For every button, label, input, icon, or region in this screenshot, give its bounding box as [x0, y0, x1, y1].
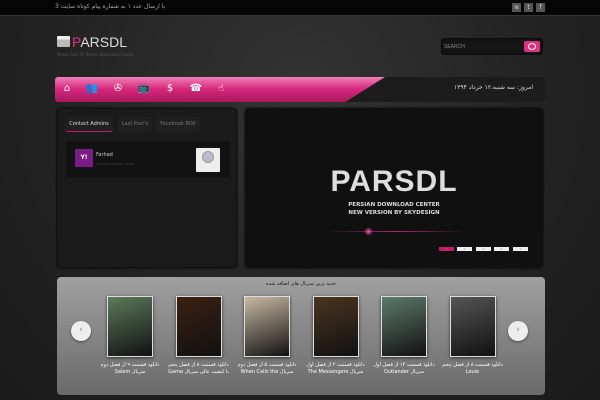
tab-facebook-box[interactable]: Facebook BOX	[156, 117, 200, 132]
series-poster[interactable]	[175, 296, 222, 357]
logo-tagline: Movie And TV Series Download Center	[57, 52, 134, 57]
current-date: امروز: سه شنبه،۱۲ خرداد ۱۳۹۴	[453, 84, 533, 91]
search-input[interactable]	[444, 41, 514, 52]
carousel-title: جدید ترین سریال های اضافه شده	[265, 281, 337, 287]
series-caption[interactable]: دانلود قسمت ۱۴ از فصل اول سریال Outlande…	[373, 362, 435, 390]
contact-subtitle: CONTACT PARSDL ADMIN	[96, 162, 134, 166]
series-caption[interactable]: دانلود قسمت ۵ از فصل دوم سریال When Call…	[236, 362, 298, 390]
series-poster[interactable]	[312, 296, 359, 357]
facebook-icon[interactable]: f	[536, 3, 545, 12]
tv-icon[interactable]: 📺	[137, 82, 151, 96]
carousel-prev-button[interactable]: ‹	[71, 321, 91, 341]
slider-page-3[interactable]: 3	[476, 247, 491, 251]
phone-icon[interactable]: ☎	[189, 82, 203, 96]
series-poster[interactable]	[107, 296, 153, 357]
series-poster[interactable]	[449, 296, 496, 357]
offline-status-icon	[196, 148, 220, 172]
contact-item[interactable]: Y! Farhad CONTACT PARSDL ADMIN	[66, 141, 230, 178]
series-poster[interactable]	[244, 296, 290, 357]
hero-slider: PARSDL PERSIAN DOWNLOAD CENTER NEW VERSI…	[245, 108, 543, 268]
slider-page-1[interactable]: 1	[439, 247, 454, 251]
series-caption[interactable]: دانلود قسمت ۸ از فصل پنجم Louie	[442, 362, 504, 390]
film-reel-icon[interactable]: ✇	[111, 82, 125, 96]
yahoo-icon: Y!	[75, 149, 93, 167]
contact-name: Farhad	[96, 152, 113, 158]
twitter-icon[interactable]: t	[524, 3, 533, 12]
series-carousel: جدید ترین سریال های اضافه شده ‹ › دانلود…	[57, 277, 545, 395]
slider-title: PARSDL	[330, 165, 458, 198]
series-poster[interactable]	[381, 296, 427, 357]
pointer-icon[interactable]: ☝	[214, 82, 228, 96]
slider-subtitle: PERSIAN DOWNLOAD CENTER	[348, 202, 440, 208]
top-message: با ارسال عدد ۱ به شماره پیام کوتاه سایت …	[55, 3, 166, 10]
search-icon	[528, 43, 536, 50]
slider-page-5[interactable]: 5	[513, 247, 528, 251]
users-icon[interactable]: 👥	[85, 82, 99, 96]
dollar-icon[interactable]: $	[163, 82, 177, 96]
series-caption[interactable]: دانلود قسمت ۲ از فصل اول سریال The Messe…	[305, 362, 367, 390]
top-bar: با ارسال عدد ۱ به شماره پیام کوتاه سایت …	[0, 0, 600, 16]
series-caption[interactable]: دانلود قسمت ۹ از فصل دوم سریال Salem	[99, 362, 161, 390]
rss-icon[interactable]: ≋	[512, 3, 521, 12]
search-button[interactable]	[524, 41, 540, 52]
logo-text: PARSDL	[72, 34, 127, 50]
clapperboard-icon	[57, 36, 70, 47]
glow-dot	[364, 227, 373, 236]
series-caption[interactable]: دانلود قسمت ۸ از فصل پنجم با کیفیت عالی …	[168, 362, 230, 390]
search-box	[441, 38, 543, 55]
tab-contact-admins[interactable]: Contact Admins	[65, 117, 113, 132]
main-nav: ⌂ 👥 ✇ 📺 $ ☎ ☝ امروز: سه شنبه،۱۲ خرداد ۱۳…	[55, 77, 545, 102]
glow-line	[326, 231, 466, 232]
tab-last-posts[interactable]: Last Post's	[118, 117, 152, 132]
left-panel: Contact Admins Last Post's Facebook BOX …	[57, 108, 237, 268]
home-icon[interactable]: ⌂	[60, 82, 74, 96]
carousel-next-button[interactable]: ›	[508, 321, 528, 341]
slider-page-2[interactable]: 2	[457, 247, 472, 251]
slider-page-4[interactable]: 4	[494, 247, 509, 251]
slider-subtitle-2: NEW VERSION BY SKYDESIGN	[348, 210, 440, 216]
